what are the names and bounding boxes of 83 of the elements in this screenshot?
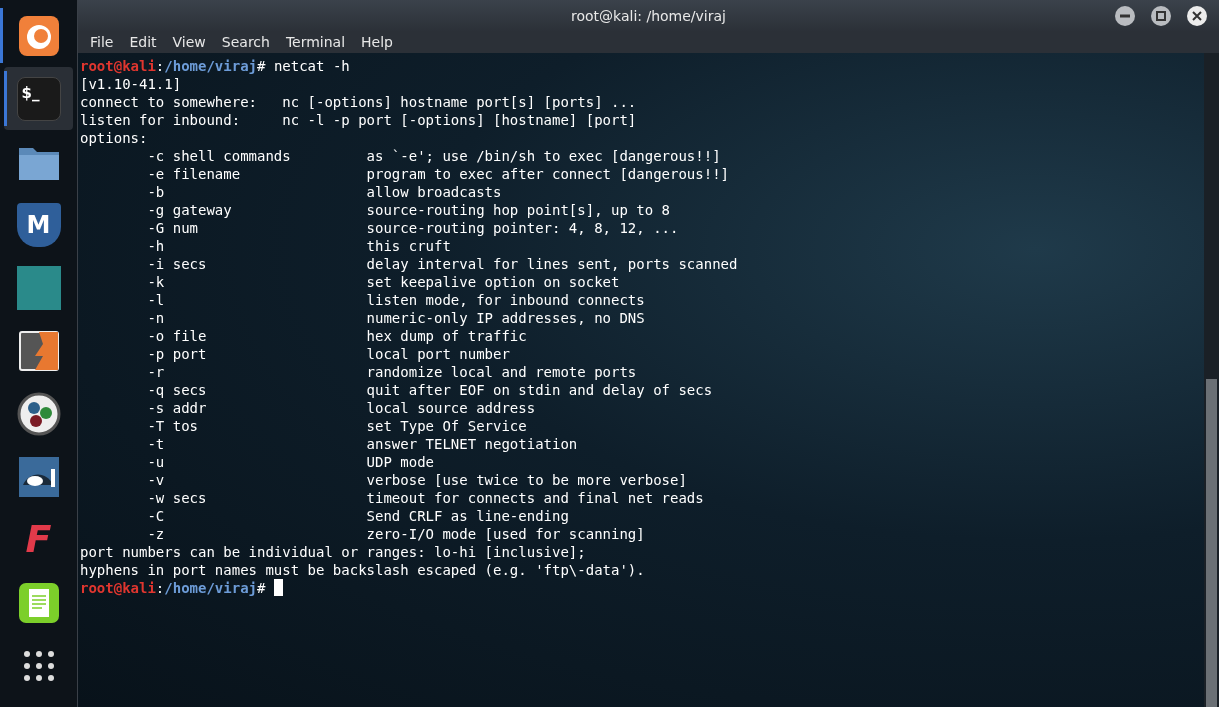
output-line: port numbers can be individual or ranges: lo-hi [inclusive]; bbox=[80, 544, 586, 560]
output-line: listen for inbound: nc -l -p port [-options] [hostname] [port] bbox=[80, 112, 637, 128]
app-launcher[interactable]: M bbox=[16, 202, 61, 247]
prompt-symbol: # bbox=[257, 58, 266, 74]
option-name: -k bbox=[147, 273, 166, 291]
circles-icon[interactable] bbox=[16, 391, 61, 436]
option-description: local source address bbox=[366, 400, 536, 416]
bolt-icon[interactable] bbox=[16, 328, 61, 373]
app-launcher[interactable]: F bbox=[16, 517, 61, 562]
option-description: UDP mode bbox=[366, 454, 434, 470]
output-line: connect to somewhere: nc [-options] hostname port[s] [ports] ... bbox=[80, 94, 637, 110]
option-description: set keepalive option on socket bbox=[366, 274, 620, 290]
close-button[interactable] bbox=[1187, 6, 1207, 26]
option-description: Send CRLF as line-ending bbox=[366, 508, 569, 524]
option-description: source-routing pointer: 4, 8, 12, ... bbox=[366, 220, 679, 236]
menu-item[interactable]: Terminal bbox=[277, 32, 354, 53]
option-description: answer TELNET negotiation bbox=[366, 436, 578, 452]
option-description: numeric-only IP addresses, no DNS bbox=[366, 310, 645, 326]
output-line: options: bbox=[80, 130, 148, 146]
notepad-icon[interactable] bbox=[16, 580, 61, 625]
option-description: program to exec after connect [dangerous!!] bbox=[366, 166, 729, 182]
option-description: delay interval for lines sent, ports scanned bbox=[366, 256, 738, 272]
option-description: listen mode, for inbound connects bbox=[366, 292, 645, 308]
minimize-button[interactable] bbox=[1115, 6, 1135, 26]
terminal-launcher[interactable]: $_ bbox=[16, 76, 61, 121]
option-name: -o file bbox=[147, 327, 208, 345]
close-icon[interactable] bbox=[1192, 11, 1202, 21]
prompt-user: root@kali bbox=[80, 58, 156, 74]
option-name: -G num bbox=[147, 219, 199, 237]
option-name: -h bbox=[147, 237, 166, 255]
option-description: allow broadcasts bbox=[366, 184, 502, 200]
output-line: hyphens in port names must be backslash escaped (e.g. 'ftp\-data'). bbox=[80, 562, 645, 578]
option-description: set Type Of Service bbox=[366, 418, 527, 434]
option-name: -u bbox=[147, 453, 166, 471]
option-name: -n bbox=[147, 309, 166, 327]
menu-item[interactable]: Help bbox=[353, 32, 401, 53]
option-description: timeout for connects and final net reads bbox=[366, 490, 704, 506]
option-description: randomize local and remote ports bbox=[366, 364, 637, 380]
maximize-icon[interactable] bbox=[1156, 11, 1166, 21]
option-name: -e filename bbox=[147, 165, 242, 183]
option-description: local port number bbox=[366, 346, 510, 362]
option-name: -q secs bbox=[147, 381, 208, 399]
option-description: source-routing hop point[s], up to 8 bbox=[366, 202, 670, 218]
output-line: [v1.10-41.1] bbox=[80, 76, 182, 92]
option-name: -z bbox=[147, 525, 166, 543]
option-description: as `-e'; use /bin/sh to exec [dangerous!!] bbox=[366, 148, 721, 164]
option-description: zero-I/O mode [used for scanning] bbox=[366, 526, 645, 542]
text-cursor bbox=[273, 579, 283, 596]
option-name: -c shell commands bbox=[147, 147, 292, 165]
mask-icon[interactable] bbox=[16, 454, 61, 499]
menu-item[interactable]: Edit bbox=[121, 32, 165, 53]
command-text: netcat -h bbox=[273, 58, 350, 74]
prompt-symbol: # bbox=[257, 580, 266, 596]
option-name: -t bbox=[147, 435, 166, 453]
option-description: quit after EOF on stdin and delay of secs bbox=[366, 382, 713, 398]
option-description: verbose [use twice to be more verbose] bbox=[366, 472, 687, 488]
prompt-user: root@kali bbox=[80, 580, 156, 596]
option-name: -T tos bbox=[147, 417, 199, 435]
option-name: -w secs bbox=[147, 489, 208, 507]
menu-item[interactable]: View bbox=[164, 32, 214, 53]
window-title: root@kali: /home/viraj bbox=[571, 6, 726, 26]
prompt-path: /home/viraj bbox=[164, 58, 257, 74]
option-name: -g gateway bbox=[147, 201, 233, 219]
option-name: -s addr bbox=[147, 399, 208, 417]
running-indicator bbox=[4, 71, 7, 126]
menu-item[interactable]: Search bbox=[213, 32, 278, 53]
menu-item[interactable]: File bbox=[82, 32, 122, 53]
prompt-separator: : bbox=[155, 58, 165, 74]
option-name: -r bbox=[147, 363, 166, 381]
option-name: -C bbox=[147, 507, 166, 525]
option-description: this cruft bbox=[366, 238, 451, 254]
prompt-path: /home/viraj bbox=[164, 580, 257, 596]
option-description: hex dump of traffic bbox=[366, 328, 527, 344]
picture-placeholder[interactable] bbox=[16, 265, 61, 310]
running-indicator bbox=[0, 8, 3, 63]
option-name: -b bbox=[147, 183, 166, 201]
option-name: -l bbox=[147, 291, 166, 309]
maximize-button[interactable] bbox=[1151, 6, 1171, 26]
scrollbar-thumb[interactable] bbox=[1206, 379, 1217, 707]
option-name: -v bbox=[147, 471, 166, 489]
option-name: -i secs bbox=[147, 255, 208, 273]
prompt-separator: : bbox=[155, 580, 165, 596]
option-name: -p port bbox=[147, 345, 208, 363]
